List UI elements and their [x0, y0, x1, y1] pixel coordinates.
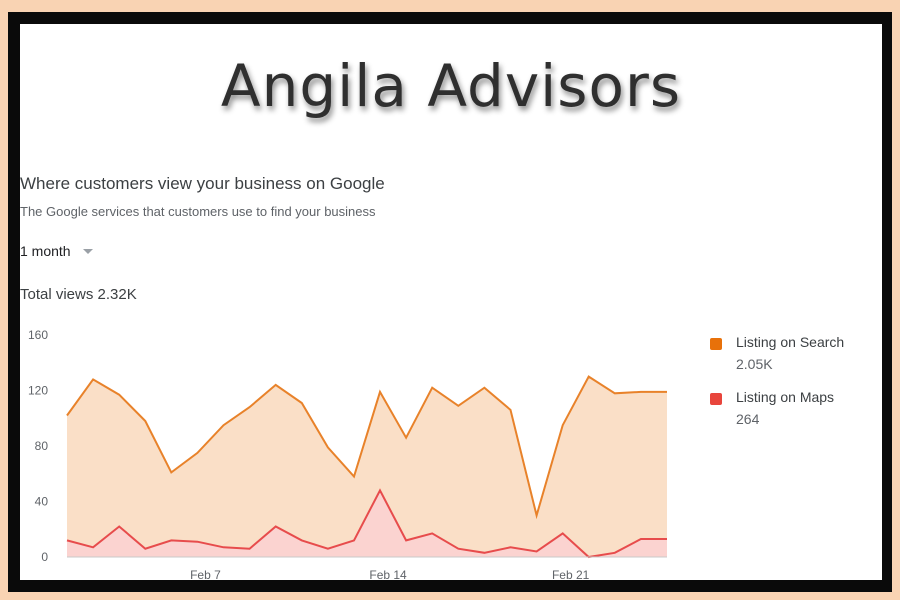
y-tick-label: 120 — [28, 384, 48, 398]
y-tick-label: 0 — [41, 550, 48, 564]
legend-value-search: 2.05K — [736, 356, 773, 372]
legend-swatch-maps — [710, 393, 722, 405]
y-tick-label: 80 — [35, 439, 49, 453]
legend-swatch-search — [710, 338, 722, 350]
y-tick-label: 160 — [28, 328, 48, 342]
x-tick-label: Feb 7 — [190, 568, 221, 580]
x-tick-label: Feb 21 — [552, 568, 590, 580]
x-tick-label: Feb 14 — [369, 568, 407, 580]
views-area-chart: 0 40 80 120 160 Feb 7 Feb 14 Feb 21 — [28, 328, 667, 580]
content-panel: Angila Advisors Where customers view you… — [20, 24, 882, 580]
y-tick-label: 40 — [35, 495, 49, 509]
legend-value-maps: 264 — [736, 411, 760, 427]
legend-label-search: Listing on Search — [736, 334, 845, 350]
legend-label-maps: Listing on Maps — [736, 389, 835, 405]
